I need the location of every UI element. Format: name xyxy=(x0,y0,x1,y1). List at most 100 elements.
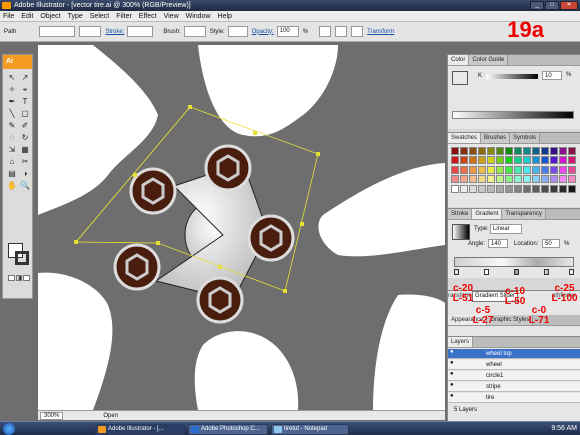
tab-transparency[interactable]: Transparency xyxy=(502,209,546,219)
gradient-tool-icon[interactable]: ▤ xyxy=(6,168,18,179)
hand-tool-icon[interactable]: ✋ xyxy=(6,180,18,191)
fill-color-swatch[interactable] xyxy=(452,71,468,85)
zoom-field[interactable]: 300% xyxy=(40,411,64,420)
gradient-type-dropdown[interactable]: Linear xyxy=(490,224,522,234)
color-swatch[interactable] xyxy=(514,175,522,184)
color-swatch[interactable] xyxy=(559,147,567,155)
color-swatch[interactable] xyxy=(469,156,477,165)
artboard-canvas[interactable] xyxy=(38,45,445,410)
color-mode-button[interactable] xyxy=(8,275,15,281)
gradient-preview-swatch[interactable] xyxy=(452,224,470,240)
gradient-stop[interactable] xyxy=(514,269,519,275)
color-swatch[interactable] xyxy=(523,147,531,155)
taskbar-photoshop[interactable]: Adobe Photoshop C... xyxy=(188,424,268,435)
lug-nut[interactable] xyxy=(113,243,161,291)
color-swatch[interactable] xyxy=(568,165,576,174)
color-swatch[interactable] xyxy=(559,175,567,184)
eyedropper-tool-icon[interactable]: ◑ xyxy=(19,168,31,179)
gradient-stop[interactable] xyxy=(544,269,549,275)
tab-gradient[interactable]: Gradient xyxy=(472,209,503,219)
layer-row[interactable]: ● circle1 xyxy=(448,371,580,381)
color-swatch[interactable] xyxy=(478,184,486,193)
color-swatch[interactable] xyxy=(550,165,558,174)
visibility-eye-icon[interactable]: ● xyxy=(450,349,456,355)
color-swatch[interactable] xyxy=(505,184,513,193)
color-swatch[interactable] xyxy=(487,175,495,184)
tab-layers[interactable]: Layers xyxy=(448,337,474,347)
color-swatch[interactable] xyxy=(541,175,549,184)
color-swatch[interactable] xyxy=(460,147,468,155)
pencil-tool-icon[interactable]: ✐ xyxy=(19,120,31,131)
color-swatch[interactable] xyxy=(469,175,477,184)
lug-nut[interactable] xyxy=(129,167,177,215)
color-swatch[interactable] xyxy=(505,156,513,165)
color-swatch[interactable] xyxy=(496,147,504,155)
tab-color[interactable]: Color xyxy=(448,55,470,65)
stroke-link[interactable]: Stroke: xyxy=(105,29,124,35)
menu-help[interactable]: Help xyxy=(218,13,232,20)
menu-filter[interactable]: Filter xyxy=(116,13,132,20)
menu-window[interactable]: Window xyxy=(186,13,211,20)
angle-field[interactable]: 140 xyxy=(488,239,508,248)
color-swatch[interactable] xyxy=(532,165,540,174)
brush-dropdown[interactable] xyxy=(183,26,206,37)
visibility-eye-icon[interactable]: ● xyxy=(450,371,456,377)
opacity-link[interactable]: Opacity: xyxy=(252,29,274,35)
color-swatch[interactable] xyxy=(514,184,522,193)
color-swatch[interactable] xyxy=(523,175,531,184)
taskbar-illustrator[interactable]: Adobe Illustrator - [... xyxy=(95,424,185,435)
color-swatch[interactable] xyxy=(550,184,558,193)
color-swatch[interactable] xyxy=(505,165,513,174)
color-swatch[interactable] xyxy=(514,165,522,174)
tab-symbols[interactable]: Symbols xyxy=(510,133,541,143)
close-button[interactable]: ✕ xyxy=(560,1,578,10)
lug-nut[interactable] xyxy=(247,214,295,262)
color-swatch[interactable] xyxy=(550,175,558,184)
magic-wand-tool-icon[interactable]: ✧ xyxy=(6,84,18,95)
color-swatch[interactable] xyxy=(460,184,468,193)
fill-swatch[interactable] xyxy=(39,26,76,37)
visibility-eye-icon[interactable]: ● xyxy=(450,360,456,366)
color-swatch[interactable] xyxy=(487,165,495,174)
scale-tool-icon[interactable]: ⇲ xyxy=(6,144,18,155)
pen-tool-icon[interactable]: ✒ xyxy=(6,96,18,107)
start-button[interactable] xyxy=(3,423,15,435)
layer-row[interactable]: ● wheel xyxy=(448,360,580,370)
gradient-stop[interactable] xyxy=(484,269,489,275)
color-swatch[interactable] xyxy=(460,156,468,165)
color-swatch[interactable] xyxy=(541,147,549,155)
color-swatch[interactable] xyxy=(451,175,459,184)
lasso-tool-icon[interactable]: ⌖ xyxy=(19,84,31,95)
color-swatch[interactable] xyxy=(550,147,558,155)
color-swatch[interactable] xyxy=(568,184,576,193)
color-swatch[interactable] xyxy=(478,147,486,155)
minimize-button[interactable]: _ xyxy=(530,1,544,10)
menu-object[interactable]: Object xyxy=(40,13,60,20)
taskbar-notepad[interactable]: tiretut - Notepad xyxy=(271,424,349,435)
color-swatch[interactable] xyxy=(568,175,576,184)
visibility-eye-icon[interactable]: ● xyxy=(450,382,456,388)
layer-row[interactable]: ● wheel top xyxy=(448,349,580,359)
stroke-weight-field[interactable] xyxy=(127,26,154,37)
location-field[interactable]: 50 xyxy=(542,239,560,248)
mesh-tool-icon[interactable]: ⌂ xyxy=(6,156,18,167)
tab-swatches[interactable]: Swatches xyxy=(448,133,482,143)
color-swatch[interactable] xyxy=(514,156,522,165)
tab-stroke[interactable]: Stroke xyxy=(448,209,473,219)
type-tool-icon[interactable]: T xyxy=(19,96,31,107)
color-swatch[interactable] xyxy=(559,184,567,193)
none-mode-button[interactable] xyxy=(23,275,31,281)
color-swatch[interactable] xyxy=(550,156,558,165)
color-swatch[interactable] xyxy=(487,156,495,165)
k-value-field[interactable]: 10 xyxy=(542,71,562,80)
direct-selection-tool-icon[interactable]: ↗ xyxy=(19,72,31,83)
gradient-mode-button[interactable] xyxy=(15,275,23,281)
recolor-icon[interactable] xyxy=(319,26,332,37)
color-swatch[interactable] xyxy=(469,165,477,174)
color-swatch[interactable] xyxy=(451,184,459,193)
color-spectrum-bar[interactable] xyxy=(452,111,574,119)
color-swatch[interactable] xyxy=(532,184,540,193)
menu-select[interactable]: Select xyxy=(90,13,109,20)
color-swatch[interactable] xyxy=(541,165,549,174)
color-swatch[interactable] xyxy=(523,156,531,165)
